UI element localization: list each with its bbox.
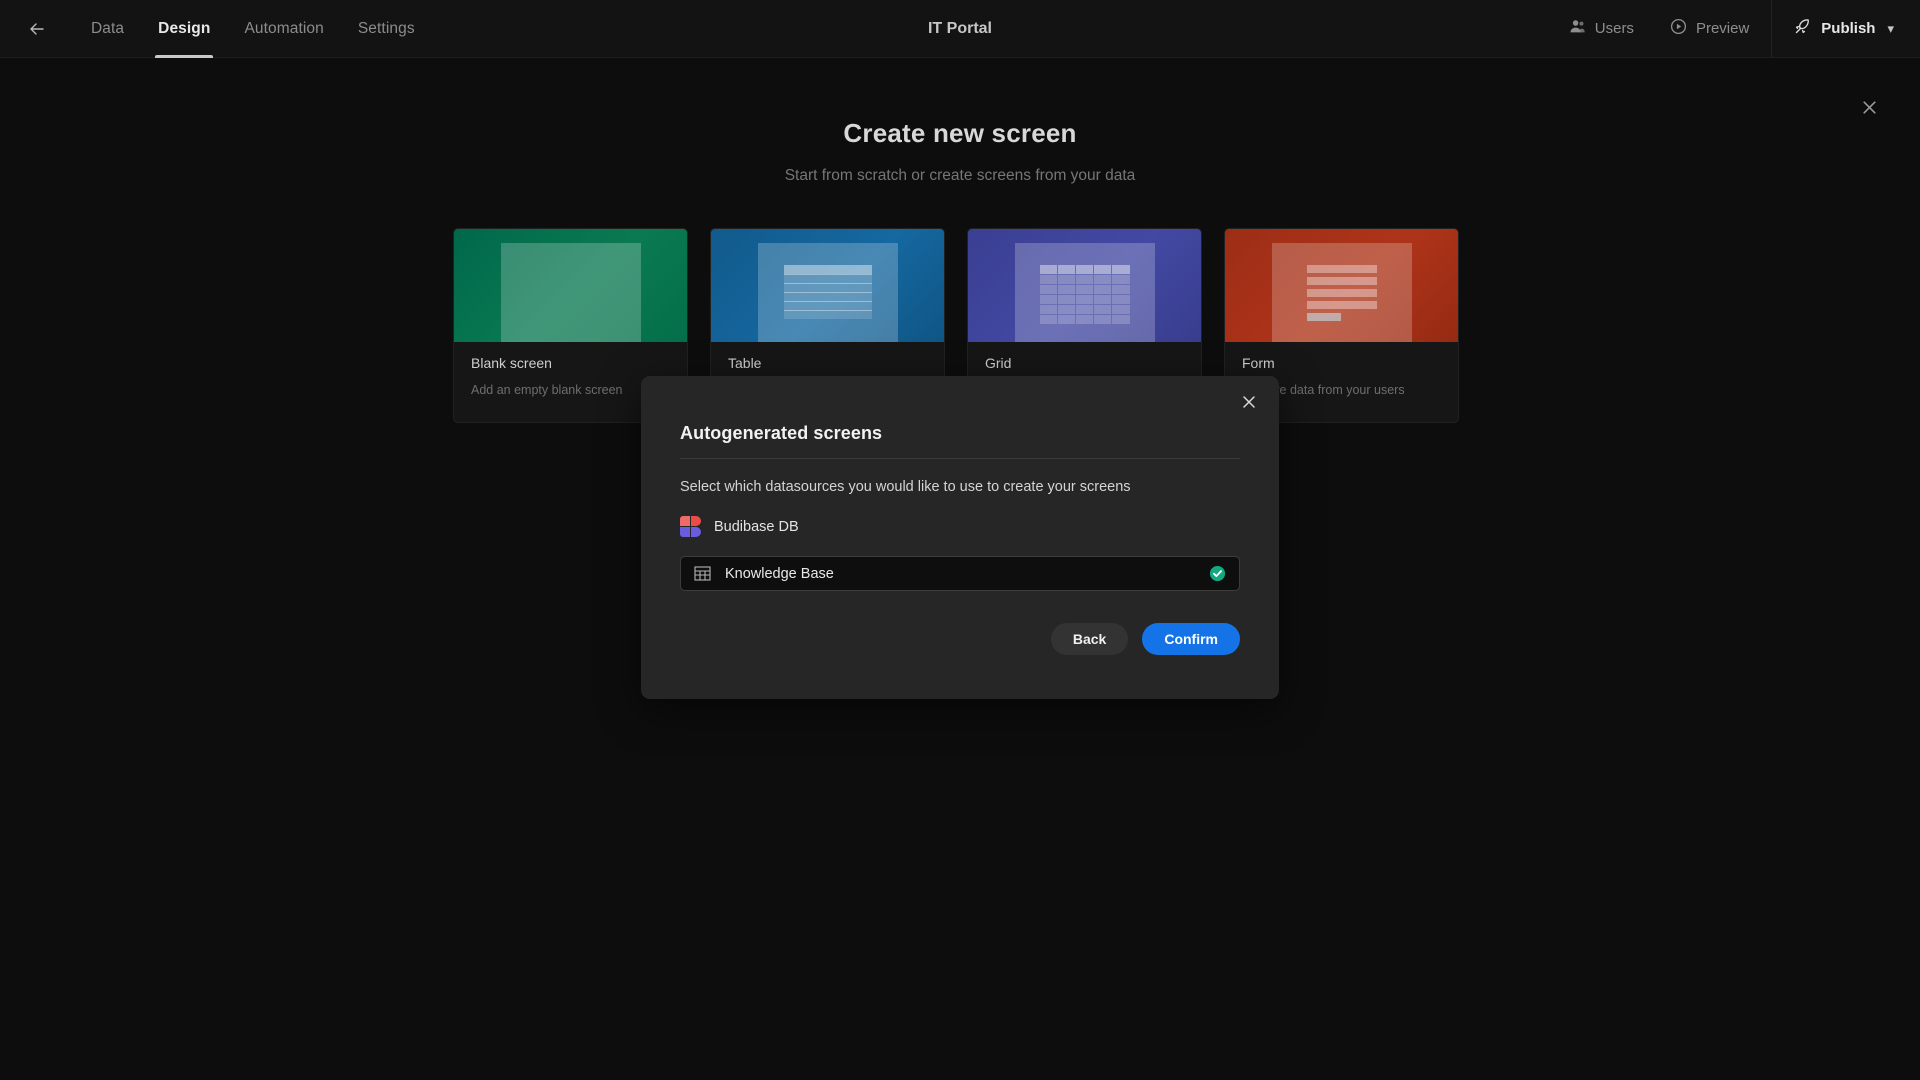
users-button[interactable]: Users xyxy=(1551,0,1652,58)
card-title: Table xyxy=(728,355,762,371)
create-screen-subheading: Start from scratch or create screens fro… xyxy=(784,167,1136,184)
nav-item-label: Automation xyxy=(244,19,324,37)
back-button[interactable]: Back xyxy=(1050,623,1129,655)
arrow-left-icon[interactable] xyxy=(22,14,52,44)
top-bar: Data Design Automation Settings IT Porta… xyxy=(0,0,1920,58)
nav-item-label: Settings xyxy=(357,19,415,37)
card-title: Grid xyxy=(985,355,1012,371)
datasource-group-budibase-db: Budibase DB xyxy=(680,516,799,537)
datasource-name: Budibase DB xyxy=(714,518,799,535)
close-icon[interactable] xyxy=(1236,389,1262,415)
main-nav: Data Design Automation Settings xyxy=(74,0,432,58)
users-icon xyxy=(1569,18,1586,39)
top-bar-actions: Users Preview Publish ▾ xyxy=(1551,0,1920,58)
play-circle-icon xyxy=(1670,18,1687,39)
card-artwork xyxy=(968,229,1201,342)
rocket-icon xyxy=(1794,17,1812,40)
nav-item-label: Data xyxy=(91,19,125,37)
nav-item-design[interactable]: Design xyxy=(141,0,227,58)
nav-item-automation[interactable]: Automation xyxy=(227,0,340,58)
users-label: Users xyxy=(1594,20,1634,37)
modal-actions: Back Confirm xyxy=(1050,623,1240,655)
card-artwork xyxy=(454,229,687,342)
check-circle-icon[interactable] xyxy=(1209,565,1226,582)
hero-section: Create new screen Start from scratch or … xyxy=(0,118,1920,185)
create-screen-heading: Create new screen xyxy=(843,118,1077,148)
publish-label: Publish xyxy=(1821,20,1876,37)
table-option-knowledge-base[interactable]: Knowledge Base xyxy=(680,556,1240,591)
card-artwork xyxy=(1225,229,1458,342)
close-icon[interactable] xyxy=(1855,93,1883,121)
table-icon xyxy=(694,566,711,581)
chevron-down-icon[interactable]: ▾ xyxy=(1887,21,1894,37)
card-artwork xyxy=(711,229,944,342)
modal-title: Autogenerated screens xyxy=(680,423,883,443)
modal-description: Select which datasources you would like … xyxy=(680,479,1131,495)
divider xyxy=(680,458,1240,459)
budibase-logo-icon xyxy=(680,516,701,537)
nav-item-label: Design xyxy=(158,19,211,37)
table-option-label: Knowledge Base xyxy=(725,565,834,582)
nav-item-settings[interactable]: Settings xyxy=(341,0,432,58)
card-title: Blank screen xyxy=(471,355,552,371)
nav-item-data[interactable]: Data xyxy=(74,0,141,58)
confirm-button[interactable]: Confirm xyxy=(1142,623,1240,655)
preview-label: Preview xyxy=(1695,20,1750,37)
autogenerated-screens-modal: Autogenerated screens Select which datas… xyxy=(641,376,1279,699)
publish-button[interactable]: Publish ▾ xyxy=(1776,0,1920,58)
divider xyxy=(1771,0,1773,58)
card-title: Form xyxy=(1242,355,1275,371)
preview-button[interactable]: Preview xyxy=(1652,0,1767,58)
